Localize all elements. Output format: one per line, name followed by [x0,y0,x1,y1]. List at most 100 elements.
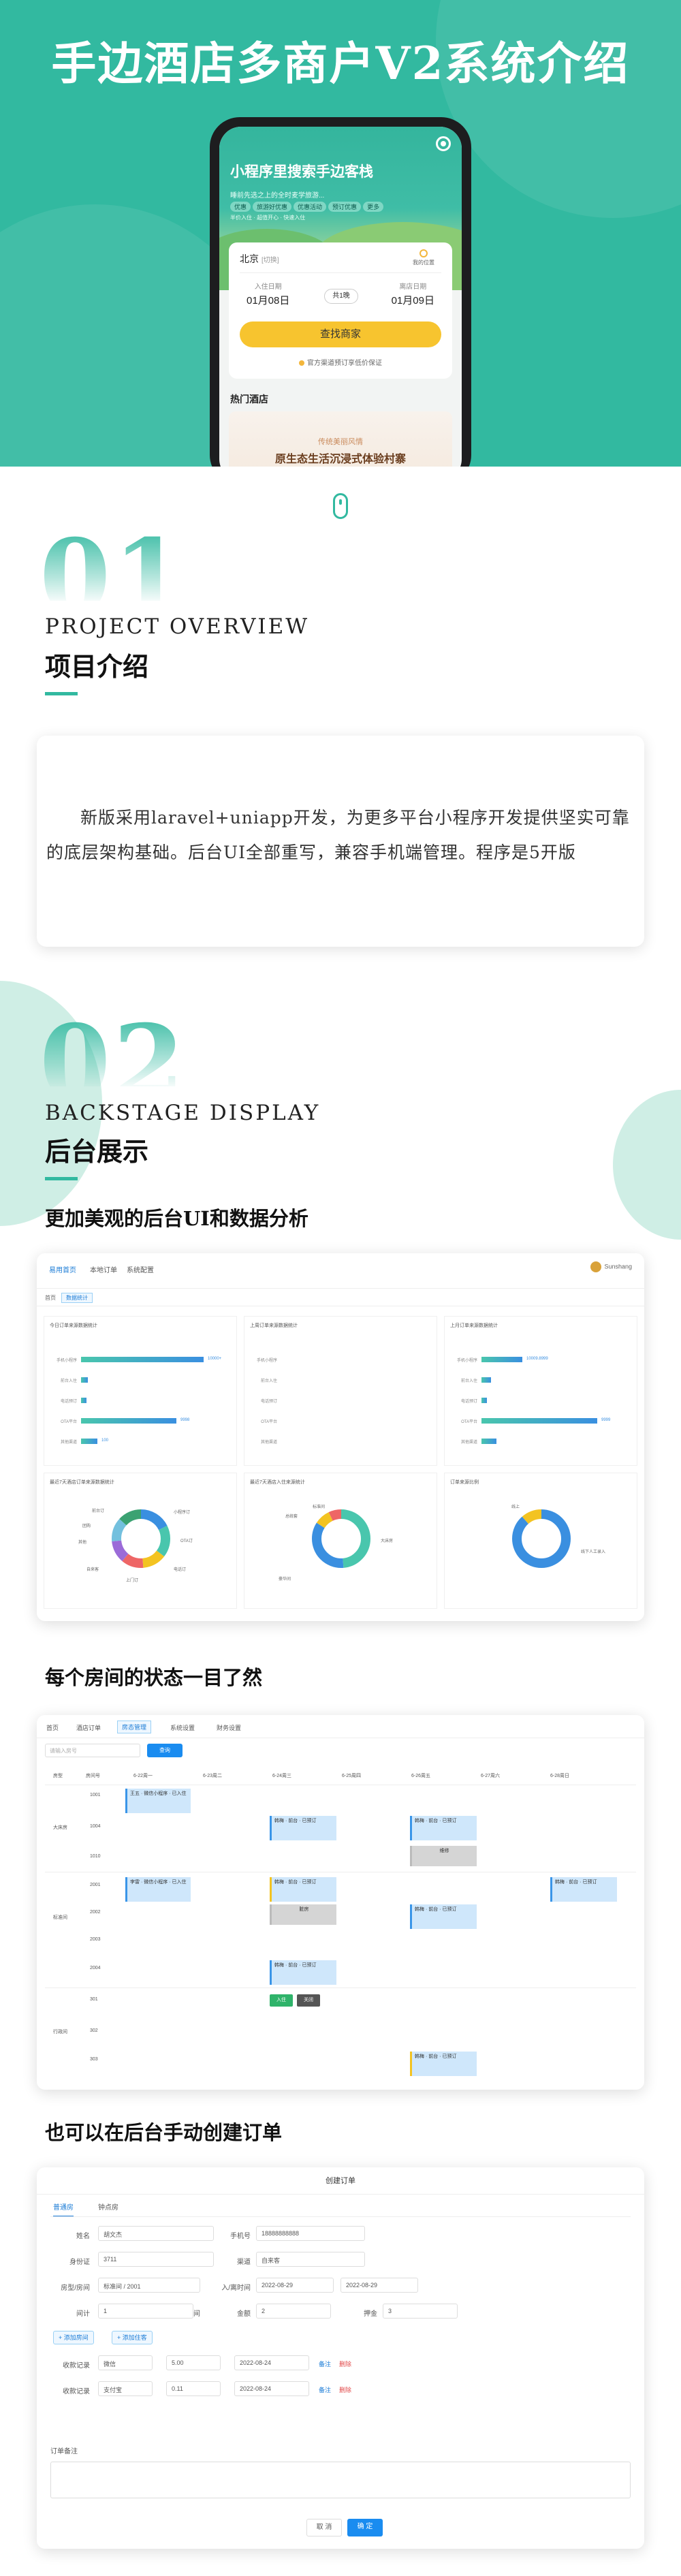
maintenance-block[interactable]: 维修 [410,1846,477,1866]
crumb-current[interactable]: 数据统计 [61,1293,93,1303]
tab-room-status[interactable]: 房态管理 [117,1721,152,1733]
booking-block[interactable]: 王五 · 微信小程序 · 已入住 [125,1789,191,1813]
payment-amount-input[interactable]: 5.00 [166,2355,221,2370]
room-search-button[interactable]: 查询 [147,1744,183,1757]
checkin-button[interactable]: 入住 [270,1994,293,2007]
last-week-source-panel: 上周订单来源数据统计 手机小程序 前台入住 电话预订 OTA平台 其他渠道 [244,1316,437,1466]
booking-block[interactable]: 韩梅 · 前台 · 已预订 [410,1816,477,1840]
booking-block[interactable]: 韩梅 · 前台 · 已预订 [550,1877,617,1902]
booking-block[interactable]: 韩梅 · 前台 · 已预订 [410,2052,477,2076]
room-search-input[interactable]: 请输入房号 [45,1744,140,1757]
deposit-input[interactable]: 3 [383,2304,458,2319]
booking-block[interactable]: 韩梅 · 前台 · 已预订 [270,1877,336,1902]
bar-label: 手机小程序 [456,1359,477,1363]
bar [481,1357,522,1362]
room-tabs: 首页 酒店订单 房态管理 系统设置 财务设置 [37,1715,644,1738]
booking-block[interactable]: 韩梅 · 前台 · 已预订 [270,1960,336,1985]
cancel-button[interactable]: 取 消 [306,2519,342,2536]
tab-home[interactable]: 首页 [46,1723,59,1732]
tag: 优惠活动 [294,202,327,212]
bar-row: 其他渠道 100 [50,1438,234,1445]
booking-block[interactable]: 韩梅 · 前台 · 已预订 [270,1816,336,1840]
room-label: 房型/房间 [61,2284,90,2292]
locate-button[interactable]: 我的位置 [405,249,443,266]
bar-label: 电话预订 [460,1400,477,1404]
add-room-button[interactable]: + 添加房间 [53,2331,94,2344]
booking-block[interactable]: 韩梅 · 前台 · 已预订 [410,1904,477,1929]
room-number: 2002 [90,1910,101,1915]
room-number: 303 [90,2057,98,2062]
bar-row: 其他渠道 [250,1438,434,1445]
tab-config[interactable]: 系统配置 [127,1264,154,1274]
add-guest-button[interactable]: + 添加住客 [112,2331,153,2344]
dirty-room-block[interactable]: 脏房 [270,1904,336,1925]
col-header: 6-22周一 [133,1774,153,1778]
channel-select[interactable]: 自来客 [256,2252,365,2267]
tab-hotel-orders[interactable]: 酒店订单 [76,1723,101,1732]
user-menu[interactable]: Sunshang [590,1261,632,1272]
tab-hourly-room[interactable]: 钟点房 [98,2201,118,2212]
mini-app-subtitle: 睡前先选之上的全时麦学旅游... [230,192,325,200]
bar [81,1357,204,1362]
section-number: 02 [39,1011,187,1086]
room-number: 1004 [90,1824,101,1829]
room-status-screenshot: 首页 酒店订单 房态管理 系统设置 财务设置 请输入房号 查询 房型 房间号 6… [37,1715,644,2090]
checkin-date-input[interactable]: 2022-08-29 [256,2278,334,2293]
mint-decoration [613,1090,681,1240]
city-selector[interactable]: 北京 [切换] [240,252,279,266]
tab-home[interactable]: 易用首页 [49,1264,76,1274]
amount-label: 金额 [237,2310,251,2318]
count-label: 间计 [76,2310,90,2318]
checkin-date-picker[interactable]: 入住日期 01月08日 [247,281,289,307]
booking-block[interactable]: 李雷 · 微信小程序 · 已入住 [125,1877,191,1902]
order-note-textarea[interactable] [50,2462,631,2498]
panel-title: 上周订单来源数据统计 [250,1323,298,1328]
checkout-date-picker[interactable]: 离店日期 01月09日 [392,281,434,307]
checkout-date-input[interactable]: 2022-08-29 [340,2278,418,2293]
crumb-home[interactable]: 首页 [45,1294,56,1302]
dashboard-screenshot: 易用首页 本地订单 系统配置 Sunshang 首页 数据统计 今日订单来源数据… [37,1253,644,1621]
payment-remark-link[interactable]: 备注 [319,2359,331,2368]
city-name: 北京 [240,253,259,264]
search-merchant-button[interactable]: 查找商家 [240,321,441,347]
room-number: 2001 [90,1883,101,1887]
tab-system-settings[interactable]: 系统设置 [170,1723,195,1732]
payment-delete-link[interactable]: 删除 [339,2359,351,2368]
tab-orders[interactable]: 本地订单 [90,1264,117,1274]
banner-headline: 原生态生活沉浸式体验村寨 [274,454,406,465]
capsule-record-icon[interactable] [436,136,451,151]
payment-date-input[interactable]: 2022-08-24 [234,2355,309,2370]
tab-normal-room[interactable]: 普通房 [53,2201,74,2217]
amount-input[interactable]: 2 [256,2304,331,2319]
checkout-label: 离店日期 [399,283,427,291]
donut-label: 自来客 [86,1568,99,1572]
count-unit: 间 [193,2310,200,2318]
today-source-panel: 今日订单来源数据统计 手机小程序 10000+ 前台入住 电话预订 OTA平台 99… [44,1316,237,1466]
close-button[interactable]: 关闭 [297,1994,320,2007]
last-month-source-panel: 上月订单来源数据统计 手机小程序 10009.8999 前台入住 电话预订 OTA… [444,1316,637,1466]
order-note-label: 订单备注 [50,2448,78,2455]
bar-label: 电话预订 [60,1400,77,1404]
donut-label: 标准间 [313,1505,326,1509]
phone-input[interactable]: 18888888888 [256,2226,365,2241]
stay-label: 入/离时间 [221,2284,251,2292]
payment-method-select[interactable]: 支付宝 [98,2381,153,2396]
payment-delete-link[interactable]: 删除 [339,2385,351,2394]
bar [81,1398,86,1403]
payment-method-select[interactable]: 微信 [98,2355,153,2370]
mini-app-tags: 优惠 旅游好优惠 优惠活动 预订优惠 更多 [230,202,385,212]
guarantee-text: 官方渠道预订享低价保证 [307,360,382,367]
confirm-button[interactable]: 确 定 [347,2519,383,2536]
payment-date-input[interactable]: 2022-08-24 [234,2381,309,2396]
hot-hotel-banner[interactable]: 传统美丽风情 原生态生活沉浸式体验村寨 [229,411,452,467]
room-number: 1010 [90,1854,101,1859]
bar-value: 10009.8999 [526,1357,548,1361]
payment-amount-input[interactable]: 0.11 [166,2381,221,2396]
bar-label: 前台入住 [60,1379,77,1383]
checkin-date: 01月08日 [247,295,290,307]
tab-finance-settings[interactable]: 财务设置 [217,1723,241,1732]
bar-row: 前台入住 [50,1377,234,1383]
payment-remark-link[interactable]: 备注 [319,2385,331,2394]
panel-title: 最近7天酒店订单来源数据统计 [50,1480,114,1485]
mini-app-brand: 小程序里搜索手边客栈 [230,164,373,180]
